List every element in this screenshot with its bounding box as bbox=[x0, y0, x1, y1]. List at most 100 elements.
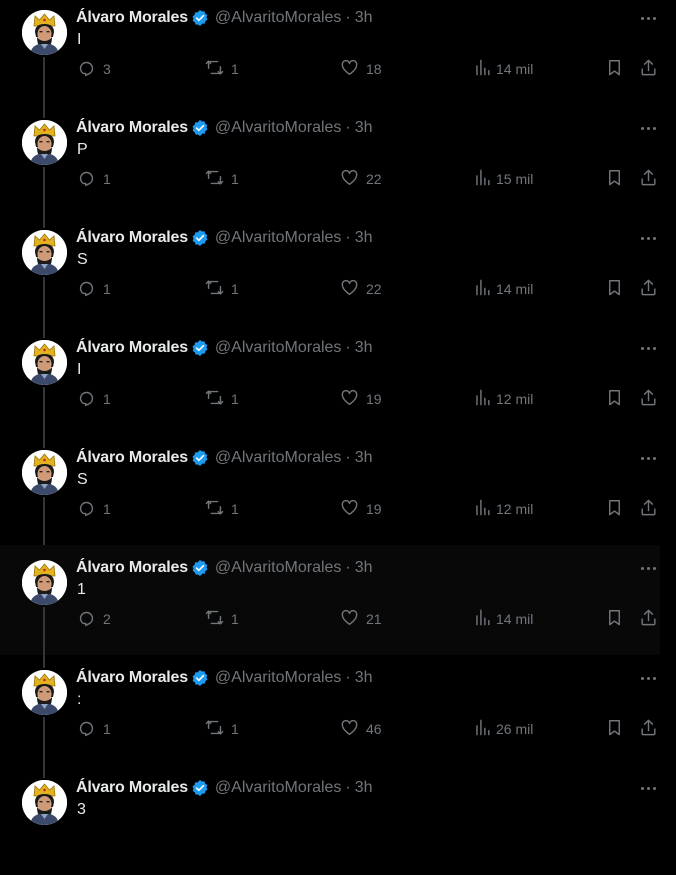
tweet-text: I bbox=[77, 361, 82, 378]
views-button[interactable]: 14 mil bbox=[473, 608, 533, 630]
more-dots-icon[interactable] bbox=[638, 233, 660, 245]
bookmark-icon bbox=[605, 498, 624, 520]
separator: · bbox=[345, 9, 351, 26]
views-button[interactable]: 14 mil bbox=[473, 278, 533, 300]
timestamp[interactable]: 3h bbox=[355, 669, 373, 687]
retweet-button[interactable]: 1 bbox=[205, 498, 239, 520]
avatar[interactable] bbox=[22, 340, 67, 385]
tweet[interactable]: Álvaro Morales @AlvaritoMorales · 3h I 1… bbox=[0, 325, 660, 448]
like-button[interactable]: 22 bbox=[340, 168, 382, 190]
bookmark-button[interactable] bbox=[605, 498, 624, 520]
bookmark-icon bbox=[605, 718, 624, 740]
author-handle[interactable]: @AlvaritoMorales bbox=[215, 9, 342, 27]
author-name[interactable]: Álvaro Morales bbox=[76, 779, 188, 797]
reply-button[interactable]: 1 bbox=[77, 388, 111, 410]
share-button[interactable] bbox=[639, 278, 658, 300]
share-button[interactable] bbox=[639, 168, 658, 190]
timestamp[interactable]: 3h bbox=[355, 339, 373, 357]
avatar[interactable] bbox=[22, 10, 67, 55]
more-dots-icon[interactable] bbox=[638, 13, 660, 25]
more-dots-icon[interactable] bbox=[638, 673, 660, 685]
separator: · bbox=[345, 339, 351, 356]
reply-button[interactable]: 1 bbox=[77, 718, 111, 740]
views-button[interactable]: 26 mil bbox=[473, 718, 533, 740]
reply-button[interactable]: 1 bbox=[77, 168, 111, 190]
avatar[interactable] bbox=[22, 230, 67, 275]
bookmark-button[interactable] bbox=[605, 718, 624, 740]
views-button[interactable]: 12 mil bbox=[473, 388, 533, 410]
views-button[interactable]: 14 mil bbox=[473, 58, 533, 80]
reply-button[interactable]: 1 bbox=[77, 278, 111, 300]
author-handle[interactable]: @AlvaritoMorales bbox=[215, 229, 342, 247]
retweet-button[interactable]: 1 bbox=[205, 388, 239, 410]
author-handle[interactable]: @AlvaritoMorales bbox=[215, 559, 342, 577]
author-handle[interactable]: @AlvaritoMorales bbox=[215, 339, 342, 357]
like-count: 22 bbox=[366, 281, 382, 297]
author-handle[interactable]: @AlvaritoMorales bbox=[215, 449, 342, 467]
reply-button[interactable]: 3 bbox=[77, 58, 111, 80]
share-icon bbox=[639, 58, 658, 80]
author-name[interactable]: Álvaro Morales bbox=[76, 339, 188, 357]
like-button[interactable]: 22 bbox=[340, 278, 382, 300]
timestamp[interactable]: 3h bbox=[355, 449, 373, 467]
more-dots-icon[interactable] bbox=[638, 563, 660, 575]
retweet-button[interactable]: 1 bbox=[205, 58, 239, 80]
author-name[interactable]: Álvaro Morales bbox=[76, 559, 188, 577]
avatar[interactable] bbox=[22, 450, 67, 495]
author-name[interactable]: Álvaro Morales bbox=[76, 669, 188, 687]
bookmark-button[interactable] bbox=[605, 58, 624, 80]
bookmark-button[interactable] bbox=[605, 608, 624, 630]
bookmark-button[interactable] bbox=[605, 388, 624, 410]
views-button[interactable]: 12 mil bbox=[473, 498, 533, 520]
reply-count: 1 bbox=[103, 281, 111, 297]
author-handle[interactable]: @AlvaritoMorales bbox=[215, 119, 342, 137]
author-name[interactable]: Álvaro Morales bbox=[76, 119, 188, 137]
like-button[interactable]: 19 bbox=[340, 498, 382, 520]
tweet[interactable]: Álvaro Morales @AlvaritoMorales · 3h I 3… bbox=[0, 0, 660, 118]
timestamp[interactable]: 3h bbox=[355, 9, 373, 27]
retweet-button[interactable]: 1 bbox=[205, 718, 239, 740]
more-dots-icon[interactable] bbox=[638, 123, 660, 135]
reply-button[interactable]: 2 bbox=[77, 608, 111, 630]
more-dots-icon[interactable] bbox=[638, 783, 660, 795]
avatar[interactable] bbox=[22, 780, 67, 825]
more-dots-icon[interactable] bbox=[638, 343, 660, 355]
share-button[interactable] bbox=[639, 608, 658, 630]
avatar[interactable] bbox=[22, 670, 67, 715]
avatar[interactable] bbox=[22, 560, 67, 605]
timestamp[interactable]: 3h bbox=[355, 779, 373, 797]
bookmark-button[interactable] bbox=[605, 278, 624, 300]
tweet[interactable]: Álvaro Morales @AlvaritoMorales · 3h P 1… bbox=[0, 105, 660, 228]
author-name[interactable]: Álvaro Morales bbox=[76, 229, 188, 247]
share-button[interactable] bbox=[639, 498, 658, 520]
reply-button[interactable]: 1 bbox=[77, 498, 111, 520]
like-button[interactable]: 21 bbox=[340, 608, 382, 630]
tweet[interactable]: Álvaro Morales @AlvaritoMorales · 3h S 1… bbox=[0, 215, 660, 338]
retweet-button[interactable]: 1 bbox=[205, 608, 239, 630]
more-dots-icon[interactable] bbox=[638, 453, 660, 465]
like-button[interactable]: 19 bbox=[340, 388, 382, 410]
author-name[interactable]: Álvaro Morales bbox=[76, 9, 188, 27]
retweet-button[interactable]: 1 bbox=[205, 278, 239, 300]
like-button[interactable]: 46 bbox=[340, 718, 382, 740]
share-button[interactable] bbox=[639, 388, 658, 410]
share-button[interactable] bbox=[639, 58, 658, 80]
views-button[interactable]: 15 mil bbox=[473, 168, 533, 190]
author-name[interactable]: Álvaro Morales bbox=[76, 449, 188, 467]
bookmark-button[interactable] bbox=[605, 168, 624, 190]
tweet-header: Álvaro Morales @AlvaritoMorales · 3h bbox=[76, 338, 373, 358]
tweet[interactable]: Álvaro Morales @AlvaritoMorales · 3h 1 2… bbox=[0, 545, 660, 668]
author-handle[interactable]: @AlvaritoMorales bbox=[215, 669, 342, 687]
timestamp[interactable]: 3h bbox=[355, 119, 373, 137]
view-count: 12 mil bbox=[496, 501, 534, 517]
timestamp[interactable]: 3h bbox=[355, 229, 373, 247]
tweet[interactable]: Álvaro Morales @AlvaritoMorales · 3h 3 bbox=[0, 765, 660, 875]
retweet-button[interactable]: 1 bbox=[205, 168, 239, 190]
share-button[interactable] bbox=[639, 718, 658, 740]
like-button[interactable]: 18 bbox=[340, 58, 382, 80]
avatar[interactable] bbox=[22, 120, 67, 165]
tweet[interactable]: Álvaro Morales @AlvaritoMorales · 3h : 1… bbox=[0, 655, 660, 778]
timestamp[interactable]: 3h bbox=[355, 559, 373, 577]
author-handle[interactable]: @AlvaritoMorales bbox=[215, 779, 342, 797]
tweet[interactable]: Álvaro Morales @AlvaritoMorales · 3h S 1… bbox=[0, 435, 660, 558]
